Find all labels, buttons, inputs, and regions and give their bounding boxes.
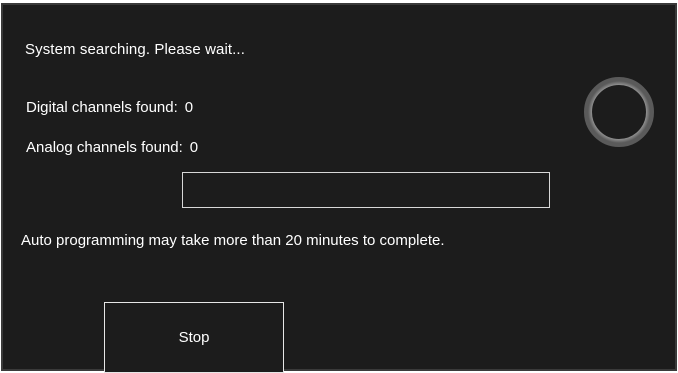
- analog-channels-label: Analog channels found:: [26, 139, 183, 156]
- auto-programming-screen: System searching. Please wait... Digital…: [1, 3, 677, 373]
- loading-spinner-graphic: [584, 77, 654, 147]
- scan-progress-bar: [182, 172, 550, 208]
- duration-notice: Auto programming may take more than 20 m…: [21, 232, 445, 249]
- spinner-ring: [584, 77, 654, 147]
- digital-channels-value: 0: [184, 99, 194, 116]
- analog-channels-count: Analog channels found: 0: [26, 139, 198, 156]
- analog-channels-value: 0: [189, 139, 199, 156]
- digital-channels-count: Digital channels found: 0: [26, 99, 193, 116]
- loading-spinner-icon: [582, 75, 656, 149]
- status-message: System searching. Please wait...: [25, 41, 245, 58]
- digital-channels-label: Digital channels found:: [26, 99, 178, 116]
- stop-button[interactable]: Stop: [104, 302, 284, 373]
